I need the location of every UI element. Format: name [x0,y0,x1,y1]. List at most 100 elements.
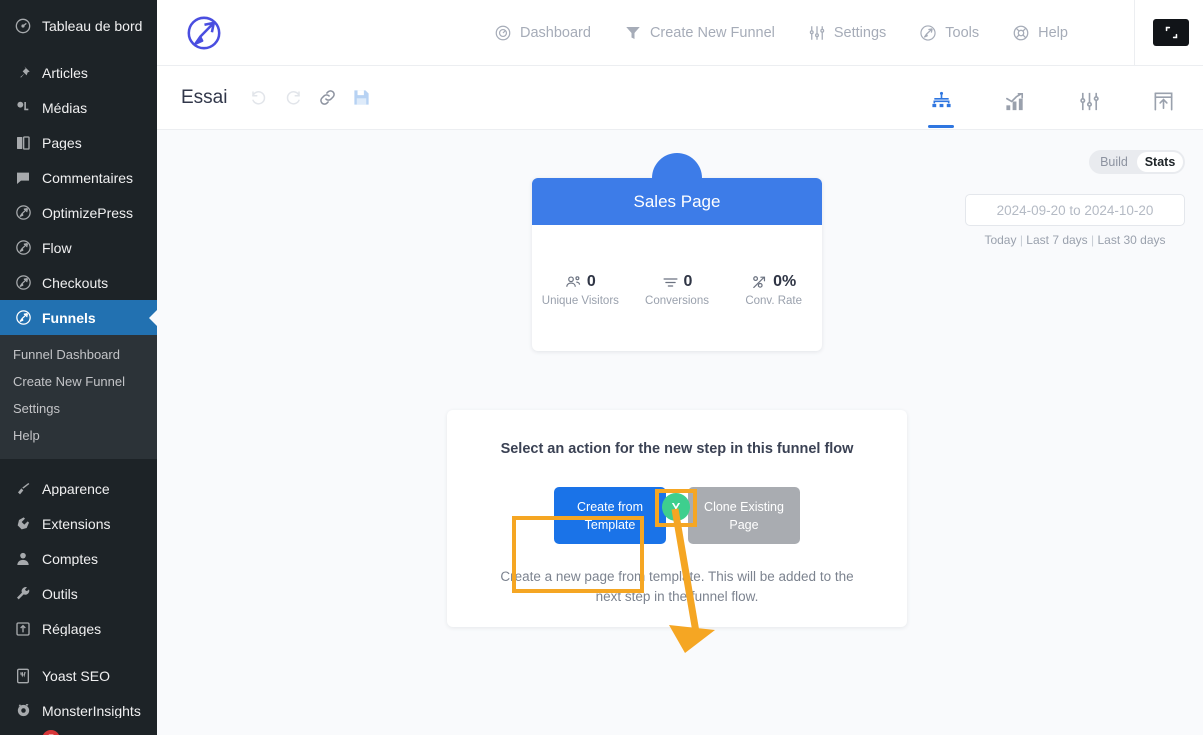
yoast-icon [13,666,33,686]
sidebar-item-label: Tableau de bord [42,18,143,33]
sidebar-item-funnels[interactable]: Funnels [0,300,157,335]
plug-icon [13,514,33,534]
topnav-item-label: Settings [833,25,887,41]
funnels-submenu: Funnel Dashboard Create New Funnel Setti… [0,335,157,459]
main-area: Dashboard Create New Funnel Settings Too… [157,0,1203,735]
sidebar-item-yoast-seo[interactable]: Yoast SEO [0,658,157,693]
topnav-item-tools[interactable]: Tools [918,23,979,43]
dashboard-icon [13,16,33,36]
fullscreen-icon[interactable] [1153,19,1189,46]
sidebar-item-comptes[interactable]: Comptes [0,541,157,576]
action-panel-title: Select an action for the new step in thi… [500,441,854,457]
date-range-input[interactable]: 2024-09-20 to 2024-10-20 [965,194,1185,226]
undo-icon[interactable] [249,88,269,108]
stat-value: 0% [773,273,797,290]
topbar-divider [1134,0,1135,66]
quick-range-last-30-days[interactable]: Last 30 days [1097,233,1165,247]
sidebar-item-flow[interactable]: Flow [0,230,157,265]
quick-range-last-7-days[interactable]: Last 7 days [1026,233,1087,247]
sidebar-item-label: Pages [42,135,82,150]
sidebar-item-apparence[interactable]: Apparence [0,471,157,506]
rocket-icon [13,203,33,223]
save-icon[interactable] [351,88,371,108]
media-icon [13,98,33,118]
submenu-item-funnel-dashboard[interactable]: Funnel Dashboard [0,341,157,368]
topnav-item-dashboard[interactable]: Dashboard [493,23,591,43]
sidebar-item-label: Funnels [42,310,96,325]
topnav-item-create-new-funnel[interactable]: Create New Funnel [623,23,775,43]
submenu-item-settings[interactable]: Settings [0,395,157,422]
sidebar-item-label: Outils [42,586,78,601]
toggle-option-stats[interactable]: Stats [1137,152,1183,172]
step-card-stats: 0 Unique Visitors 0 Conversions 0% Conv.… [532,225,822,351]
submenu-item-help[interactable]: Help [0,422,157,449]
stat-unique-visitors: 0 Unique Visitors [532,273,629,307]
topnav-item-label: Help [1038,25,1068,41]
sidebar-item-reglages[interactable]: Réglages [0,611,157,646]
sidebar-item-label: Apparence [42,481,110,496]
sidebar-item-tableau-de-bord[interactable]: Tableau de bord [0,8,157,43]
funnel-step-card[interactable]: Sales Page 0 Unique Visitors 0 Conversio… [532,153,822,351]
redo-icon[interactable] [283,88,303,108]
sidebar-item-pages[interactable]: Pages [0,125,157,160]
submenu-item-create-new-funnel[interactable]: Create New Funnel [0,368,157,395]
sliders-icon [807,23,827,43]
user-icon [13,549,33,569]
sidebar-item-optimizepress[interactable]: OptimizePress [0,195,157,230]
tab-export-view[interactable] [1141,78,1185,124]
topnav-item-help[interactable]: Help [1011,23,1068,43]
toggle-option-build[interactable]: Build [1091,152,1137,172]
edit-buttons [249,88,371,108]
stat-conversions: 0 Conversions [629,273,726,307]
rocket-icon [13,238,33,258]
status-badge: 5 [42,730,60,735]
funnel-canvas: Build Stats 2024-09-20 to 2024-10-20 Tod… [157,130,1203,735]
sidebar-item-label: OptimizePress [42,205,134,220]
funnel-icon [623,23,643,43]
branch-node-icon[interactable]: Y [662,493,690,521]
sidebar-item-label: Extensions [42,516,111,531]
comment-icon [13,168,33,188]
topnav-item-label: Create New Funnel [649,25,775,41]
tab-flow-view[interactable] [919,78,963,128]
view-tabs [919,66,1185,130]
stat-label: Unique Visitors [541,295,619,307]
stat-value: 0 [586,273,596,290]
sidebar-item-monsterinsights[interactable]: MonsterInsights [0,693,157,728]
sidebar-item-extensions[interactable]: Extensions [0,506,157,541]
sidebar-item-outils[interactable]: Outils [0,576,157,611]
visitors-icon [565,274,582,291]
link-icon[interactable] [317,88,337,108]
sidebar-item-label: Yoast SEO [42,668,110,683]
optimizepress-logo-icon[interactable] [185,14,223,52]
stats-panel: Build Stats 2024-09-20 to 2024-10-20 Tod… [965,150,1185,247]
sidebar-item-label: Articles [42,65,88,80]
build-stats-toggle[interactable]: Build Stats [1089,150,1185,174]
sidebar-item-commentaires[interactable]: Commentaires [0,160,157,195]
sidebar-item-label: Réglages [42,621,102,636]
sidebar-item-label: Médias [42,100,88,115]
rocket-icon [13,308,33,328]
brush-icon [13,479,33,499]
sidebar-item-medias[interactable]: Médias [0,90,157,125]
rate-icon [751,274,768,291]
tab-chart-view[interactable] [993,78,1037,124]
settings-icon [13,619,33,639]
stat-conv-rate: 0% Conv. Rate [725,273,822,307]
pin-icon [13,63,33,83]
step-title-label: Sales Page [633,191,721,211]
tab-settings-view[interactable] [1067,78,1111,124]
app-root: Tableau de bord Articles Médias Pages Co… [0,0,1203,735]
rocket-icon [13,273,33,293]
stat-label: Conv. Rate [745,295,803,307]
quick-range-today[interactable]: Today [984,233,1016,247]
topnav-item-label: Dashboard [520,25,591,41]
topnav-item-settings[interactable]: Settings [807,23,886,43]
sidebar-item-articles[interactable]: Articles [0,55,157,90]
clone-existing-page-button[interactable]: Clone Existing Page [688,487,800,544]
sidebar-item-checkouts[interactable]: Checkouts [0,265,157,300]
create-from-template-button[interactable]: Create from Template [554,487,666,544]
node-label: Y [671,499,681,515]
